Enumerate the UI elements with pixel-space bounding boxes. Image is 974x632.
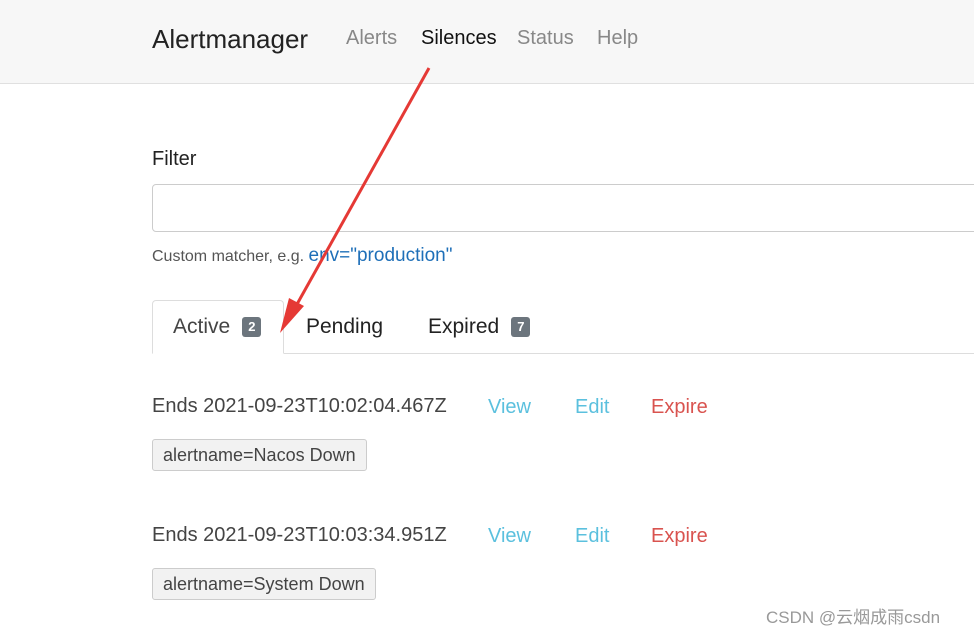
annotation-arrow-icon — [280, 67, 431, 333]
arrow-head — [280, 298, 304, 333]
arrow-shaft — [294, 67, 431, 307]
watermark: CSDN @云烟成雨csdn — [766, 608, 941, 627]
